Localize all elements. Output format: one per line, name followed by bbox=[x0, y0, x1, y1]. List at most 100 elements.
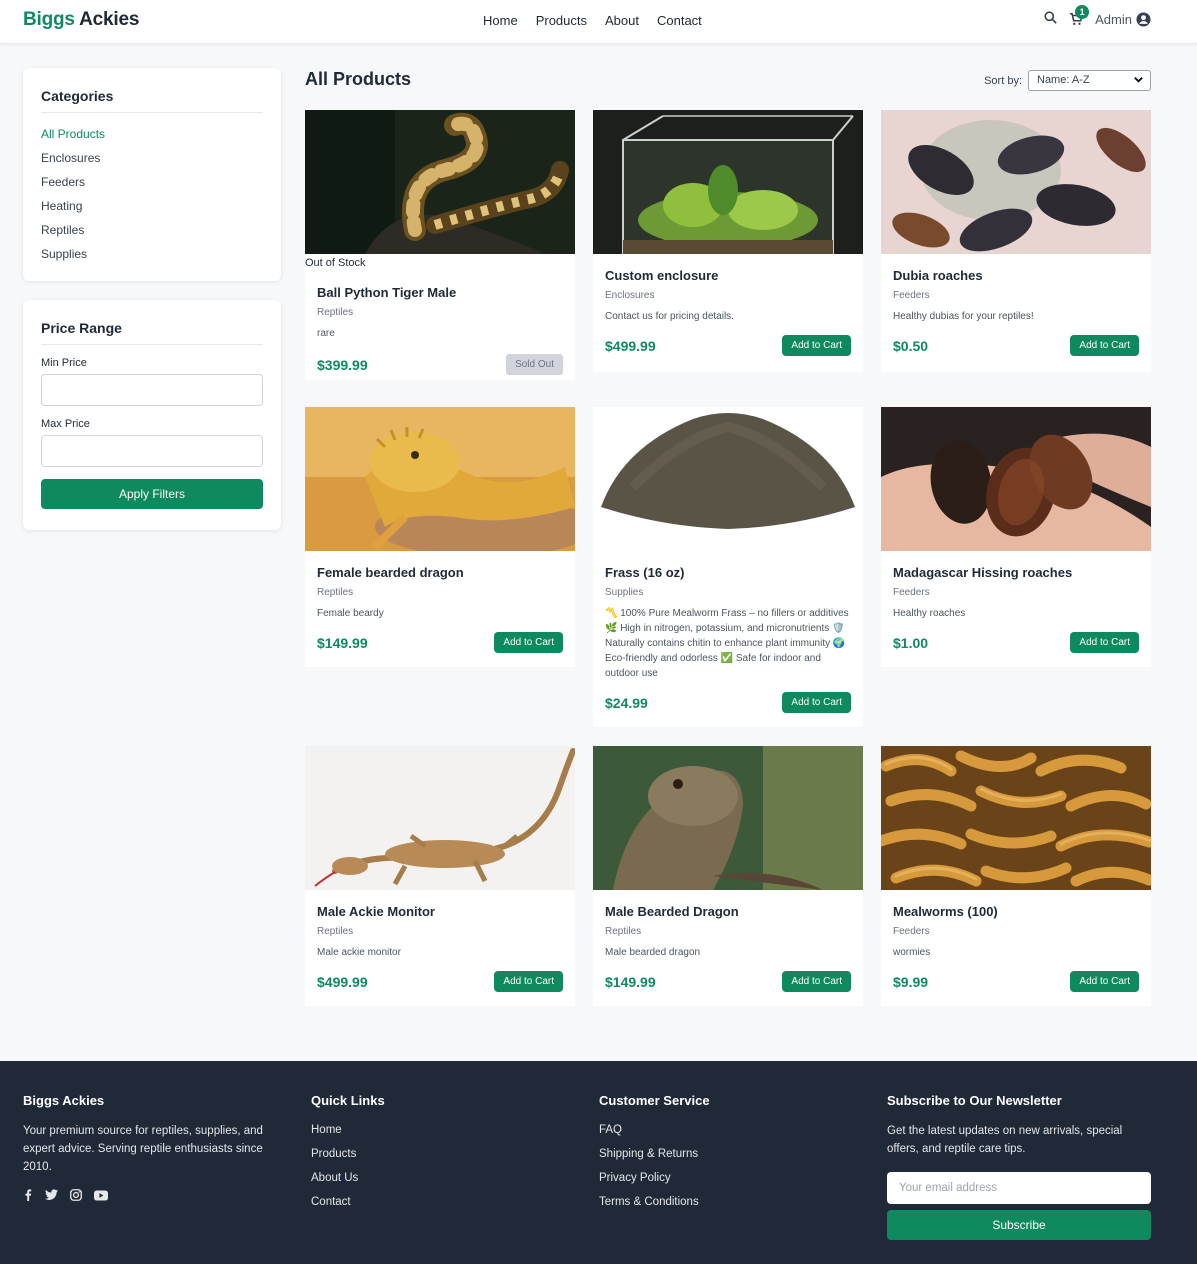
product-price: $149.99 bbox=[605, 973, 656, 990]
product-description: Male ackie monitor bbox=[317, 947, 401, 958]
product-card: Custom enclosure Enclosures Contact us f… bbox=[593, 110, 863, 372]
nav-about[interactable]: About bbox=[605, 13, 639, 28]
product-name[interactable]: Custom enclosure bbox=[605, 268, 851, 283]
product-card: Dubia roaches Feeders Healthy dubias for… bbox=[881, 110, 1151, 372]
product-category: Reptiles bbox=[317, 926, 354, 937]
min-price-input[interactable] bbox=[41, 374, 263, 406]
logo[interactable]: Biggs Ackies bbox=[23, 9, 139, 31]
product-image-frass[interactable] bbox=[593, 407, 863, 551]
product-price: $149.99 bbox=[317, 634, 368, 651]
footer-link-privacy[interactable]: Privacy Policy bbox=[599, 1170, 819, 1194]
newsletter-title: Subscribe to Our Newsletter bbox=[887, 1093, 1062, 1108]
product-description: rare bbox=[317, 328, 335, 339]
footer-link-faq[interactable]: FAQ bbox=[599, 1122, 819, 1146]
product-price: $24.99 bbox=[605, 694, 648, 711]
search-icon[interactable] bbox=[1044, 11, 1057, 27]
footer-link-shipping[interactable]: Shipping & Returns bbox=[599, 1146, 819, 1170]
product-name[interactable]: Mealworms (100) bbox=[893, 904, 1139, 919]
product-image-ball-python[interactable] bbox=[305, 110, 575, 254]
product-card: Madagascar Hissing roaches Feeders Healt… bbox=[881, 407, 1151, 667]
product-description: Female beardy bbox=[317, 608, 384, 619]
product-description: Healthy dubias for your reptiles! bbox=[893, 311, 1034, 322]
product-image-mealworms[interactable] bbox=[881, 746, 1151, 890]
product-price: $499.99 bbox=[605, 337, 656, 354]
min-price-label: Min Price bbox=[41, 357, 87, 369]
product-category: Reptiles bbox=[605, 926, 642, 937]
product-category: Reptiles bbox=[317, 587, 354, 598]
max-price-input[interactable] bbox=[41, 435, 263, 467]
product-name[interactable]: Female bearded dragon bbox=[317, 565, 563, 580]
product-image-madagascar-roaches[interactable] bbox=[881, 407, 1151, 551]
product-name[interactable]: Male Bearded Dragon bbox=[605, 904, 851, 919]
cart-button[interactable]: 1 bbox=[1069, 5, 1090, 26]
footer-brand: Biggs Ackies bbox=[23, 1093, 105, 1108]
product-name[interactable]: Dubia roaches bbox=[893, 268, 1139, 283]
newsletter-email-input[interactable]: Your email address bbox=[887, 1172, 1151, 1204]
product-name[interactable]: Ball Python Tiger Male bbox=[317, 285, 563, 300]
nav-contact[interactable]: Contact bbox=[657, 13, 702, 28]
product-description: Contact us for pricing details. bbox=[605, 311, 734, 322]
product-card: Female bearded dragon Reptiles Female be… bbox=[305, 407, 575, 667]
footer-quick-links: Quick Links Home Products About Us Conta… bbox=[311, 1093, 511, 1218]
product-category: Enclosures bbox=[605, 290, 655, 301]
category-enclosures[interactable]: Enclosures bbox=[41, 149, 263, 173]
product-card: Out of Stock Ball Python Tiger Male Rept… bbox=[305, 110, 575, 380]
cart-count-badge: 1 bbox=[1075, 5, 1090, 19]
add-to-cart-button[interactable]: Add to Cart bbox=[1070, 632, 1139, 653]
product-card: Frass (16 oz) Supplies 〽️ 100% Pure Meal… bbox=[593, 407, 863, 727]
footer-link-contact[interactable]: Contact bbox=[311, 1194, 511, 1218]
category-heating[interactable]: Heating bbox=[41, 197, 263, 221]
add-to-cart-button[interactable]: Add to Cart bbox=[494, 632, 563, 653]
youtube-icon[interactable] bbox=[94, 1188, 108, 1206]
add-to-cart-button[interactable]: Add to Cart bbox=[1070, 971, 1139, 992]
sort-select[interactable]: Name: A-Z bbox=[1028, 70, 1151, 91]
main-nav: Home Products About Contact bbox=[483, 13, 702, 28]
price-range-title: Price Range bbox=[41, 320, 263, 345]
footer-about-text: Your premium source for reptiles, suppli… bbox=[23, 1125, 263, 1173]
nav-home[interactable]: Home bbox=[483, 13, 518, 28]
categories-title: Categories bbox=[41, 88, 263, 113]
footer-link-home[interactable]: Home bbox=[311, 1122, 511, 1146]
user-menu[interactable]: Admin bbox=[1095, 12, 1151, 27]
sort-label: Sort by: bbox=[984, 74, 1022, 87]
max-price-label: Max Price bbox=[41, 418, 90, 430]
footer-newsletter: Subscribe to Our Newsletter Get the late… bbox=[887, 1093, 1157, 1240]
header-actions: 1 Admin bbox=[1044, 5, 1151, 27]
footer-link-products[interactable]: Products bbox=[311, 1146, 511, 1170]
product-image-dubia-roaches[interactable] bbox=[881, 110, 1151, 254]
product-price: $1.00 bbox=[893, 634, 929, 651]
category-supplies[interactable]: Supplies bbox=[41, 245, 263, 269]
product-name[interactable]: Madagascar Hissing roaches bbox=[893, 565, 1139, 580]
product-category: Reptiles bbox=[317, 307, 354, 318]
nav-products[interactable]: Products bbox=[536, 13, 587, 28]
footer-customer-service: Customer Service FAQ Shipping & Returns … bbox=[599, 1093, 819, 1218]
apply-filters-button[interactable]: Apply Filters bbox=[41, 479, 263, 509]
product-image-custom-enclosure[interactable] bbox=[593, 110, 863, 254]
page-title: All Products bbox=[305, 69, 412, 89]
category-all-products[interactable]: All Products bbox=[41, 125, 263, 149]
footer-about: Biggs Ackies Your premium source for rep… bbox=[23, 1093, 288, 1206]
product-card: Mealworms (100) Feeders wormies $9.99 Ad… bbox=[881, 746, 1151, 1006]
product-price: $0.50 bbox=[893, 337, 929, 354]
newsletter-text: Get the latest updates on new arrivals, … bbox=[887, 1125, 1123, 1155]
product-price: $399.99 bbox=[317, 356, 368, 373]
add-to-cart-button[interactable]: Add to Cart bbox=[782, 971, 851, 992]
instagram-icon[interactable] bbox=[70, 1188, 82, 1206]
add-to-cart-button[interactable]: Add to Cart bbox=[494, 971, 563, 992]
product-name[interactable]: Male Ackie Monitor bbox=[317, 904, 563, 919]
category-feeders[interactable]: Feeders bbox=[41, 173, 263, 197]
add-to-cart-button[interactable]: Add to Cart bbox=[782, 692, 851, 713]
subscribe-button[interactable]: Subscribe bbox=[887, 1210, 1151, 1240]
product-image-male-ackie-monitor[interactable] bbox=[305, 746, 575, 890]
product-card: Male Bearded Dragon Reptiles Male bearde… bbox=[593, 746, 863, 1006]
add-to-cart-button[interactable]: Add to Cart bbox=[782, 335, 851, 356]
category-reptiles[interactable]: Reptiles bbox=[41, 221, 263, 245]
add-to-cart-button[interactable]: Add to Cart bbox=[1070, 335, 1139, 356]
product-image-female-bearded-dragon[interactable] bbox=[305, 407, 575, 551]
footer-link-terms[interactable]: Terms & Conditions bbox=[599, 1194, 819, 1218]
product-image-male-bearded-dragon[interactable] bbox=[593, 746, 863, 890]
facebook-icon[interactable] bbox=[23, 1188, 33, 1206]
product-name[interactable]: Frass (16 oz) bbox=[605, 565, 851, 580]
twitter-icon[interactable] bbox=[45, 1188, 58, 1206]
footer-link-about-us[interactable]: About Us bbox=[311, 1170, 511, 1194]
